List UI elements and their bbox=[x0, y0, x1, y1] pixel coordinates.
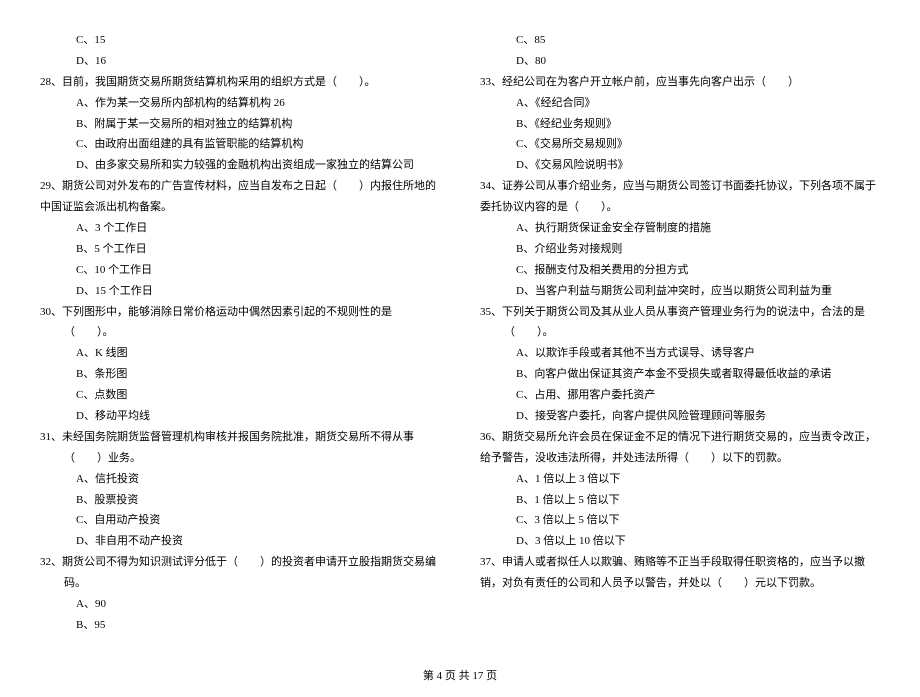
q28-opt-d: D、由多家交易所和实力较强的金融机构出资组成一家独立的结算公司 bbox=[40, 155, 440, 176]
q33-opt-a: A、《经纪合同》 bbox=[480, 93, 880, 114]
q34-opt-d: D、当客户利益与期货公司利益冲突时，应当以期货公司利益为重 bbox=[480, 281, 880, 302]
q30-stem: 30、下列图形中，能够消除日常价格运动中偶然因素引起的不规则性的是（ ）。 bbox=[40, 302, 440, 344]
q31-opt-c: C、自用动产投资 bbox=[40, 510, 440, 531]
q32-opt-a: A、90 bbox=[40, 594, 440, 615]
q30-opt-c: C、点数图 bbox=[40, 385, 440, 406]
q30-opt-a: A、K 线图 bbox=[40, 343, 440, 364]
q27-opt-c: C、15 bbox=[40, 30, 440, 51]
q32-opt-c: C、85 bbox=[480, 30, 880, 51]
q35-opt-c: C、占用、挪用客户委托资产 bbox=[480, 385, 880, 406]
q30-opt-d: D、移动平均线 bbox=[40, 406, 440, 427]
q31-stem: 31、未经国务院期货监督管理机构审核并报国务院批准，期货交易所不得从事（ ）业务… bbox=[40, 427, 440, 469]
q32-opt-d: D、80 bbox=[480, 51, 880, 72]
q33-opt-c: C、《交易所交易规则》 bbox=[480, 134, 880, 155]
q31-opt-a: A、信托投资 bbox=[40, 469, 440, 490]
q29-stem: 29、期货公司对外发布的广告宣传材料，应当自发布之日起（ ）内报住所地的中国证监… bbox=[40, 176, 440, 218]
q34-opt-b: B、介绍业务对接规则 bbox=[480, 239, 880, 260]
q30-opt-b: B、条形图 bbox=[40, 364, 440, 385]
q28-opt-c: C、由政府出面组建的具有监管职能的结算机构 bbox=[40, 134, 440, 155]
q36-opt-a: A、1 倍以上 3 倍以下 bbox=[480, 469, 880, 490]
q36-stem: 36、期货交易所允许会员在保证金不足的情况下进行期货交易的，应当责令改正，给予警… bbox=[480, 427, 880, 469]
q32-stem: 32、期货公司不得为知识测试评分低于（ ）的投资者申请开立股指期货交易编码。 bbox=[40, 552, 440, 594]
q34-stem: 34、证券公司从事介绍业务，应当与期货公司签订书面委托协议，下列各项不属于委托协… bbox=[480, 176, 880, 218]
q34-opt-a: A、执行期货保证金安全存管制度的措施 bbox=[480, 218, 880, 239]
q29-opt-a: A、3 个工作日 bbox=[40, 218, 440, 239]
q36-opt-d: D、3 倍以上 10 倍以下 bbox=[480, 531, 880, 552]
q34-opt-c: C、报酬支付及相关费用的分担方式 bbox=[480, 260, 880, 281]
q36-opt-c: C、3 倍以上 5 倍以下 bbox=[480, 510, 880, 531]
q35-stem: 35、下列关于期货公司及其从业人员从事资产管理业务行为的说法中，合法的是（ ）。 bbox=[480, 302, 880, 344]
q35-opt-a: A、以欺诈手段或者其他不当方式误导、诱导客户 bbox=[480, 343, 880, 364]
q36-opt-b: B、1 倍以上 5 倍以下 bbox=[480, 490, 880, 511]
q33-opt-b: B、《经纪业务规则》 bbox=[480, 114, 880, 135]
q31-opt-d: D、非自用不动产投资 bbox=[40, 531, 440, 552]
q29-opt-b: B、5 个工作日 bbox=[40, 239, 440, 260]
q27-opt-d: D、16 bbox=[40, 51, 440, 72]
q33-stem: 33、经纪公司在为客户开立帐户前，应当事先向客户出示（ ） bbox=[480, 72, 880, 93]
q29-opt-d: D、15 个工作日 bbox=[40, 281, 440, 302]
q37-stem: 37、申请人或者拟任人以欺骗、贿赂等不正当手段取得任职资格的，应当予以撤销，对负… bbox=[480, 552, 880, 594]
q28-opt-a: A、作为某一交易所内部机构的结算机构 26 bbox=[40, 93, 440, 114]
q35-opt-b: B、向客户做出保证其资产本金不受损失或者取得最低收益的承诺 bbox=[480, 364, 880, 385]
q31-opt-b: B、股票投资 bbox=[40, 490, 440, 511]
q29-opt-c: C、10 个工作日 bbox=[40, 260, 440, 281]
q28-opt-b: B、附属于某一交易所的相对独立的结算机构 bbox=[40, 114, 440, 135]
page-footer: 第 4 页 共 17 页 bbox=[40, 666, 880, 687]
q32-opt-b: B、95 bbox=[40, 615, 440, 636]
q33-opt-d: D、《交易风险说明书》 bbox=[480, 155, 880, 176]
q35-opt-d: D、接受客户委托，向客户提供风险管理顾问等服务 bbox=[480, 406, 880, 427]
q28-stem: 28、目前，我国期货交易所期货结算机构采用的组织方式是（ ）。 bbox=[40, 72, 440, 93]
